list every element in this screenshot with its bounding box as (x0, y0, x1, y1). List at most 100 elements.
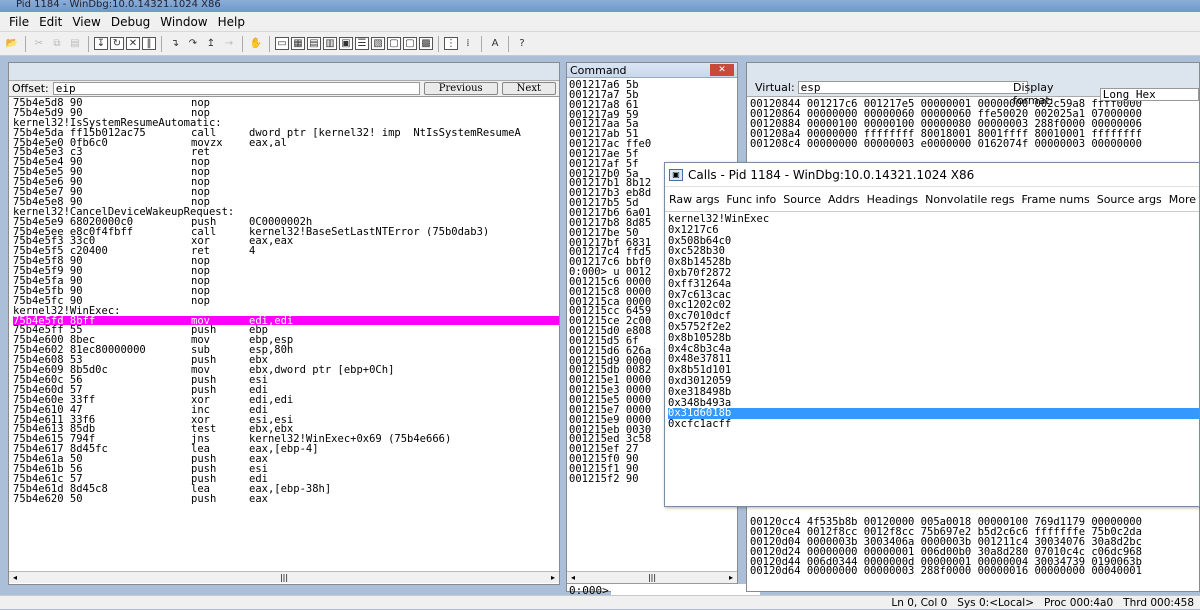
disasm-line[interactable]: 75b4e5e7 90 nop (13, 187, 559, 197)
calls-option-source[interactable]: Source (783, 193, 821, 206)
calls-option-func-info[interactable]: Func info (726, 193, 776, 206)
disasm-line[interactable]: 75b4e5d8 90 nop (13, 98, 559, 108)
disasm-line[interactable]: 75b4e5fd 8bff mov edi,edi (13, 315, 559, 326)
restart-icon[interactable]: ↻ (110, 37, 124, 50)
disasm-line[interactable]: 75b4e5e0 0fb6c0 movzx eax,al (13, 137, 559, 147)
stop-debugging-icon[interactable]: ✕ (126, 37, 140, 50)
command-horizontal-scrollbar[interactable]: ◂ ||| ▸ (567, 571, 737, 583)
call-stack-window-icon[interactable]: ☰ (355, 37, 369, 50)
processes-threads-icon[interactable]: ▢ (403, 37, 417, 50)
hex-binary-icon[interactable]: ⁞ (460, 36, 476, 52)
disasm-line[interactable]: 75b4e5fb 90 nop (13, 286, 559, 296)
disasm-line[interactable]: 75b4e5e6 90 nop (13, 177, 559, 187)
menu-window[interactable]: Window (155, 15, 212, 29)
open-folder-icon[interactable]: 📂 (4, 36, 20, 52)
display-format-select[interactable]: Long Hex (1099, 87, 1199, 101)
calls-option-frame-nums[interactable]: Frame nums (1022, 193, 1090, 206)
step-out-icon[interactable]: ↥ (203, 36, 219, 52)
call-frame[interactable]: 0xc7010dcf (668, 311, 1199, 322)
calls-option-more[interactable]: More (1169, 193, 1196, 206)
disasm-line[interactable]: 75b4e5e5 90 nop (13, 167, 559, 177)
call-frame[interactable]: 0x8b14528b (668, 257, 1199, 268)
break-icon[interactable]: ‖ (142, 37, 156, 50)
offset-input[interactable] (52, 82, 420, 95)
previous-button[interactable]: Previous (423, 82, 498, 95)
call-frame[interactable]: 0xc528b30 (668, 246, 1199, 257)
go-icon[interactable]: ↧ (94, 37, 108, 50)
scroll-left-icon[interactable]: ◂ (567, 573, 579, 582)
call-frame[interactable]: 0x31d6018b (668, 408, 1199, 420)
menu-edit[interactable]: Edit (34, 15, 67, 29)
copy-icon[interactable]: ⧉ (49, 36, 65, 52)
disasm-line[interactable]: 75b4e61a 50 push eax (13, 454, 559, 464)
menu-debug[interactable]: Debug (106, 15, 155, 29)
memory-window-icon[interactable]: ▣ (339, 37, 353, 50)
menu-file[interactable]: File (4, 15, 34, 29)
disasm-line[interactable]: 75b4e5f5 c20400 ret 4 (13, 246, 559, 256)
source-mode-icon[interactable]: ⋮ (444, 37, 458, 50)
calls-option-nonvolatile-regs[interactable]: Nonvolatile regs (925, 193, 1014, 206)
breakpoint-hand-icon[interactable]: ✋ (248, 36, 264, 52)
disasm-line[interactable]: 75b4e5e3 c3 ret (13, 147, 559, 157)
call-frame[interactable]: 0x348b493a (668, 397, 1199, 409)
call-frame[interactable]: kernel32!WinExec (668, 214, 1199, 225)
disasm-line[interactable]: 75b4e5fa 90 nop (13, 276, 559, 286)
call-frame[interactable]: 0xd3012059 (668, 376, 1199, 387)
call-frame[interactable]: 0xe318498b (668, 386, 1199, 398)
step-over-icon[interactable]: ↷ (185, 36, 201, 52)
disasm-line[interactable]: 75b4e609 8b5d0c mov ebx,dword ptr [ebp+0Ch… (13, 365, 559, 375)
command-window-icon[interactable]: ▭ (275, 37, 289, 50)
options-window-icon[interactable]: ▩ (419, 37, 433, 50)
locals-window-icon[interactable]: ▤ (307, 37, 321, 50)
close-icon[interactable]: ✕ (710, 64, 734, 76)
next-button[interactable]: Next (501, 82, 556, 95)
calls-option-headings[interactable]: Headings (867, 193, 919, 206)
calls-option-source-args[interactable]: Source args (1097, 193, 1162, 206)
watch-window-icon[interactable]: ▦ (291, 37, 305, 50)
disasm-line[interactable]: 75b4e5e4 90 nop (13, 157, 559, 167)
disasm-line[interactable]: 75b4e602 81ec80000000 sub esp,80h (13, 345, 559, 355)
calls-option-addrs[interactable]: Addrs (828, 193, 860, 206)
disasm-line[interactable]: 75b4e5f9 90 nop (13, 266, 559, 276)
scroll-left-icon[interactable]: ◂ (9, 573, 21, 582)
disasm-line[interactable]: 75b4e61b 56 push esi (13, 464, 559, 474)
call-frame[interactable]: 0x5752f2e2 (668, 322, 1199, 333)
disasm-line[interactable]: 75b4e60e 33ff xor edi,edi (13, 395, 559, 405)
call-frame[interactable]: 0x508b64c0 (668, 235, 1199, 247)
call-frame[interactable]: 0xb70f2872 (668, 268, 1199, 279)
font-icon[interactable]: A (487, 36, 503, 52)
disassembly-horizontal-scrollbar[interactable]: ◂ ||| ▸ (9, 571, 559, 583)
scratch-pad-icon[interactable]: ▢ (387, 37, 401, 50)
disasm-line[interactable]: 75b4e5f8 90 nop (13, 256, 559, 266)
call-frame[interactable]: 0xff31264a (668, 278, 1199, 290)
calls-option-raw-args[interactable]: Raw args (669, 193, 719, 206)
scroll-thumb[interactable]: ||| (21, 573, 547, 582)
disassembly-listing[interactable]: 75b4e5d8 90 nop 75b4e5d9 90 nop kernel32!IsS… (9, 97, 559, 571)
disasm-line[interactable]: 75b4e61d 8d45c8 lea eax,[ebp-38h] (13, 484, 559, 494)
scroll-right-icon[interactable]: ▸ (547, 573, 559, 582)
call-frame[interactable]: 0x8b51d101 (668, 365, 1199, 376)
scroll-right-icon[interactable]: ▸ (725, 573, 737, 582)
registers-window-icon[interactable]: ▥ (323, 37, 337, 50)
call-frame[interactable]: 0xc1202c02 (668, 300, 1199, 311)
call-frame[interactable]: 0x8b10528b (668, 332, 1199, 344)
run-to-cursor-icon[interactable]: → (221, 36, 237, 52)
disasm-line[interactable]: 75b4e60c 56 push esi (13, 375, 559, 385)
step-into-icon[interactable]: ↴ (167, 36, 183, 52)
call-stack-list[interactable]: kernel32!WinExec 0x1217c6 0x508b64c0 0xc528… (665, 211, 1199, 430)
call-frame[interactable]: 0x4c8b3c4a (668, 343, 1199, 355)
call-frame[interactable]: 0xcfc1acff (668, 419, 1199, 430)
call-frame[interactable]: 0x1217c6 (668, 224, 1199, 236)
menu-help[interactable]: Help (213, 15, 250, 29)
disasm-line[interactable]: 75b4e620 50 push eax (13, 493, 559, 503)
disassembly-window-icon[interactable]: ▧ (371, 37, 385, 50)
disasm-line[interactable]: 75b4e617 8d45fc lea eax,[ebp-4] (13, 444, 559, 454)
cut-icon[interactable]: ✂ (31, 36, 47, 52)
scroll-thumb[interactable]: ||| (579, 573, 725, 582)
help-icon[interactable]: ? (514, 36, 530, 52)
call-frame[interactable]: 0x48e37811 (668, 354, 1199, 365)
virtual-address-input[interactable] (797, 81, 1028, 94)
menu-view[interactable]: View (67, 15, 105, 29)
paste-icon[interactable]: ▤ (67, 36, 83, 52)
call-frame[interactable]: 0x7c613cac (668, 289, 1199, 301)
